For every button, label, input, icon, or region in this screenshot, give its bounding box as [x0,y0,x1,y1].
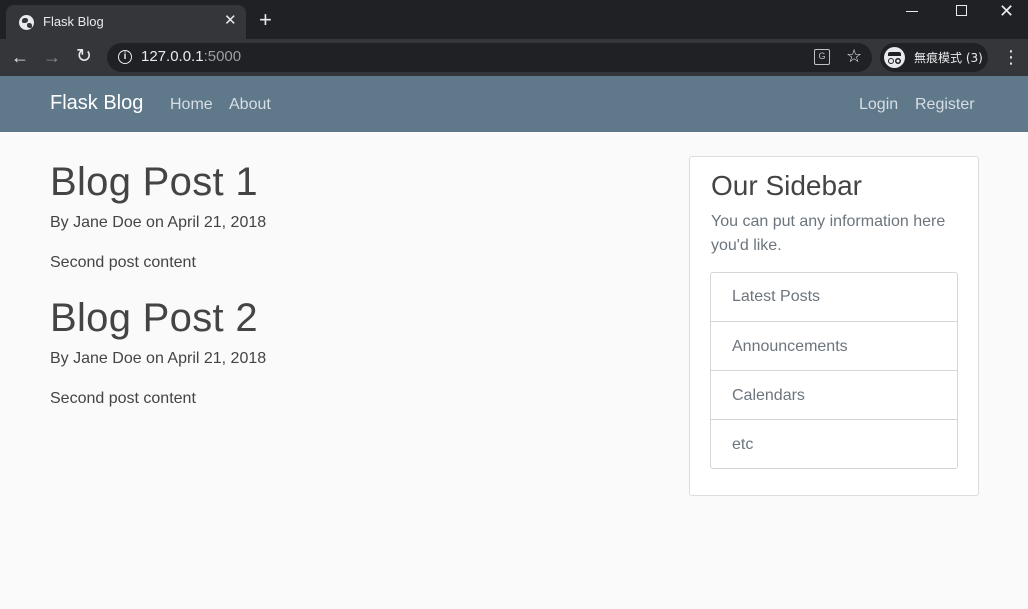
url-text: 127.0.0.1:5000 [141,48,241,65]
sidebar: Our Sidebar You can put any information … [689,156,979,496]
sidebar-title: Our Sidebar [711,170,862,201]
post-content: Second post content [50,254,196,271]
post-title[interactable]: Blog Post 1 [50,158,266,206]
post-meta: By Jane Doe on April 21, 2018 [50,214,267,231]
site-navbar: Flask Blog Home About Login Register [0,76,1028,132]
tab-title: Flask Blog [43,14,104,29]
sidebar-list: Latest Posts Announcements Calendars etc [710,272,958,469]
sidebar-item-etc[interactable]: etc [711,419,957,468]
close-icon[interactable]: ✕ [224,11,237,31]
back-arrow-icon[interactable]: ← [11,45,29,69]
incognito-icon [884,47,905,68]
post-title[interactable]: Blog Post 2 [50,294,266,342]
window-close-icon[interactable]: ✕ [999,1,1014,22]
browser-titlebar: Flask Blog ✕ + ✕ [0,0,1028,39]
nav-login-link[interactable]: Login [859,96,898,114]
forward-arrow-icon[interactable]: → [43,45,61,69]
sidebar-item-latest-posts[interactable]: Latest Posts [711,273,957,321]
site-brand[interactable]: Flask Blog [50,92,143,115]
sidebar-item-announcements[interactable]: Announcements [711,321,957,370]
plus-icon[interactable]: + [259,9,272,31]
post-meta: By Jane Doe on April 21, 2018 [50,350,267,367]
nav-about-link[interactable]: About [229,96,271,114]
minimize-icon[interactable] [906,11,918,12]
globe-icon [19,15,34,30]
star-icon[interactable]: ☆ [846,46,862,67]
browser-tab[interactable]: Flask Blog ✕ [6,5,246,39]
url-host: 127.0.0.1 [141,48,204,65]
translate-icon[interactable]: G [814,49,830,65]
address-bar[interactable]: i 127.0.0.1:5000 G ☆ [107,43,872,72]
maximize-icon[interactable] [956,5,967,16]
url-port: :5000 [203,48,242,65]
incognito-badge[interactable]: 無痕模式 (3) [880,43,988,72]
menu-dots-icon[interactable]: ⋮ [1002,45,1020,69]
blog-post: Blog Post 1 By Jane Doe on April 21, 201… [50,158,266,275]
info-icon[interactable]: i [118,50,132,64]
sidebar-description: You can put any information here you'd l… [711,213,946,254]
nav-home-link[interactable]: Home [170,96,213,114]
reload-icon[interactable]: ↻ [76,45,92,69]
sidebar-item-calendars[interactable]: Calendars [711,370,957,419]
blog-post: Blog Post 2 By Jane Doe on April 21, 201… [50,294,266,411]
nav-register-link[interactable]: Register [915,96,975,114]
incognito-label: 無痕模式 (3) [914,51,983,65]
browser-toolbar: ← → ↻ i 127.0.0.1:5000 G ☆ 無痕模式 (3) ⋮ [0,39,1028,76]
post-content: Second post content [50,390,196,407]
